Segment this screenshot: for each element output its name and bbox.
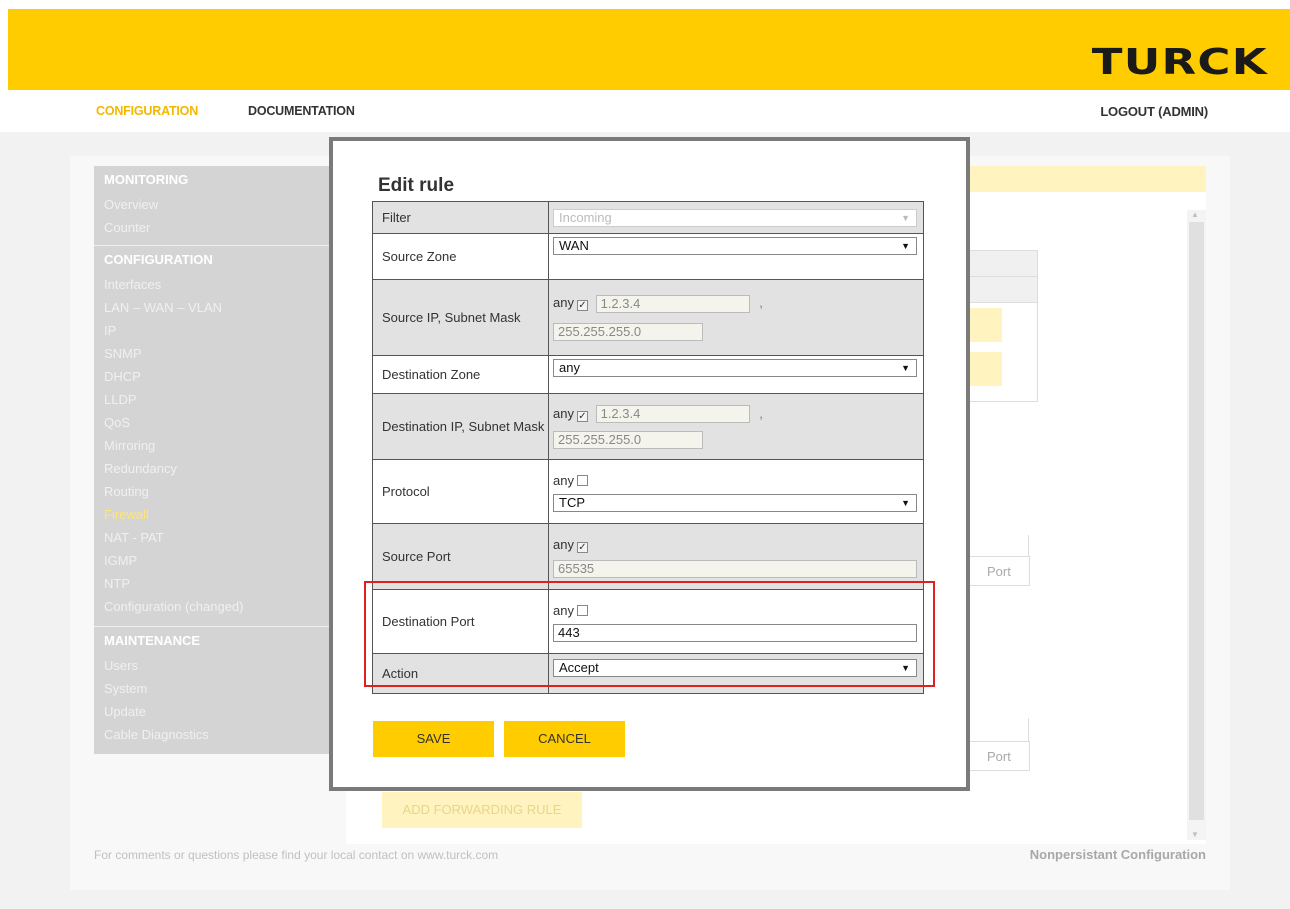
destination-mask-input[interactable]: 255.255.255.0 (553, 430, 703, 449)
source-port-input[interactable]: 65535 (553, 559, 917, 578)
sidebar-item-lan-wan-vlan[interactable]: LAN – WAN – VLAN (104, 300, 222, 315)
info-banner (968, 166, 1206, 192)
source-zone-select[interactable]: WAN ▼ (553, 237, 917, 255)
destination-ip-row: Destination IP, Subnet Mask any ✓ 1.2.3.4… (372, 393, 924, 460)
sidebar-item-firewall[interactable]: Firewall (104, 507, 149, 522)
destination-zone-row: Destination Zone any ▼ (372, 355, 924, 394)
source-port-label: Source Port (372, 523, 549, 590)
chevron-down-icon: ▼ (901, 212, 910, 223)
sidebar-section-configuration: CONFIGURATION (104, 252, 213, 267)
source-ip-row: Source IP, Subnet Mask any ✓ 1.2.3.4 , 25… (372, 279, 924, 356)
sidebar-item-dhcp[interactable]: DHCP (104, 369, 141, 384)
add-forwarding-rule-button[interactable]: ADD FORWARDING RULE (382, 792, 582, 828)
sidebar-item-redundancy[interactable]: Redundancy (104, 461, 177, 476)
chevron-down-icon: ▼ (901, 363, 910, 373)
header-bar: TURCK (8, 9, 1290, 90)
destination-zone-select[interactable]: any ▼ (553, 359, 917, 377)
sidebar-divider (94, 245, 346, 246)
sidebar-item-snmp[interactable]: SNMP (104, 346, 142, 361)
sidebar-item-qos[interactable]: QoS (104, 415, 130, 430)
source-port-any-row: any ✓ (553, 536, 917, 554)
source-port-any-label: any (553, 536, 574, 552)
ip-separator: , (759, 295, 763, 310)
sidebar-section-monitoring: MONITORING (104, 172, 189, 187)
scroll-up-icon[interactable]: ▲ (1191, 210, 1199, 219)
destination-ip-any-row: any ✓ 1.2.3.4 , (553, 405, 917, 424)
ip-separator: , (759, 405, 763, 421)
footer-contact: For comments or questions please find yo… (94, 848, 499, 862)
filter-value: Incoming (559, 209, 612, 225)
destination-ip-label: Destination IP, Subnet Mask (372, 393, 549, 460)
background-input (970, 308, 1002, 342)
background-input (970, 352, 1002, 386)
source-zone-row: Source Zone WAN ▼ (372, 233, 924, 280)
chevron-down-icon: ▼ (901, 241, 910, 251)
sidebar-item-overview[interactable]: Overview (104, 197, 158, 212)
cancel-button[interactable]: CANCEL (504, 721, 625, 757)
protocol-select[interactable]: TCP ▼ (553, 493, 917, 512)
sidebar-item-lldp[interactable]: LLDP (104, 392, 137, 407)
protocol-label: Protocol (372, 459, 549, 524)
chevron-down-icon: ▼ (901, 497, 910, 508)
dialog-title: Edit rule (378, 175, 455, 196)
source-ip-any-row: any ✓ 1.2.3.4 , (553, 294, 917, 313)
source-ip-label: Source IP, Subnet Mask (372, 279, 549, 356)
scroll-down-icon[interactable]: ▼ (1191, 830, 1199, 839)
protocol-any-checkbox[interactable] (576, 474, 588, 486)
filter-row: Filter Incoming ▼ (372, 201, 924, 234)
destination-zone-label: Destination Zone (372, 355, 549, 394)
source-zone-value: WAN (559, 238, 589, 253)
sidebar-item-system[interactable]: System (104, 681, 147, 696)
table-header (969, 277, 1037, 303)
sidebar-item-mirroring[interactable]: Mirroring (104, 438, 155, 453)
table-header (969, 251, 1037, 277)
sidebar-item-ntp[interactable]: NTP (104, 576, 130, 591)
sidebar-item-igmp[interactable]: IGMP (104, 553, 137, 568)
save-button[interactable]: SAVE (373, 721, 494, 757)
sidebar-item-cable-diagnostics[interactable]: Cable Diagnostics (104, 727, 209, 742)
destination-ip-input[interactable]: 1.2.3.4 (595, 405, 750, 424)
nav-configuration[interactable]: CONFIGURATION (96, 104, 198, 118)
top-navigation: CONFIGURATION DOCUMENTATION LOGOUT (ADMI… (0, 90, 1290, 132)
protocol-any-label: any (553, 472, 574, 488)
sidebar-item-ip[interactable]: IP (104, 323, 116, 338)
source-port-row: Source Port any ✓ 65535 (372, 523, 924, 590)
scrollbar-thumb[interactable] (1189, 222, 1204, 820)
port-column-header: Port (968, 741, 1030, 771)
footer-config-status: Nonpersistant Configuration (1029, 847, 1206, 862)
protocol-value: TCP (559, 494, 585, 510)
sidebar-item-update[interactable]: Update (104, 704, 146, 719)
sidebar-item-counter[interactable]: Counter (104, 220, 150, 235)
nav-documentation[interactable]: DOCUMENTATION (248, 104, 355, 118)
source-ip-any-checkbox[interactable]: ✓ (576, 300, 588, 311)
filter-label: Filter (372, 201, 549, 234)
sidebar-item-nat-pat[interactable]: NAT - PAT (104, 530, 164, 545)
destination-ip-any-checkbox[interactable]: ✓ (576, 410, 588, 422)
highlight-annotation (364, 581, 935, 687)
logout-link[interactable]: LOGOUT (ADMIN) (1100, 104, 1208, 119)
sidebar-divider (94, 626, 346, 627)
port-column-header: Port (968, 556, 1030, 586)
destination-zone-value: any (559, 360, 580, 375)
turck-logo: TURCK (1091, 42, 1268, 83)
sidebar-item-users[interactable]: Users (104, 658, 138, 673)
sidebar-section-maintenance: MAINTENANCE (104, 633, 201, 648)
sidebar-item-interfaces[interactable]: Interfaces (104, 277, 161, 292)
filter-select: Incoming ▼ (553, 208, 917, 227)
source-port-any-checkbox[interactable]: ✓ (576, 541, 588, 553)
source-zone-label: Source Zone (372, 233, 549, 280)
protocol-row: Protocol any TCP ▼ (372, 459, 924, 524)
protocol-any-row: any (553, 472, 917, 490)
edit-rule-dialog: Edit rule Filter Incoming ▼ Source Zone … (329, 137, 970, 791)
source-mask-input[interactable]: 255.255.255.0 (553, 323, 703, 341)
destination-ip-any-label: any (553, 405, 574, 421)
sidebar-item-configuration-changed[interactable]: Configuration (changed) (104, 599, 243, 614)
source-ip-input[interactable]: 1.2.3.4 (595, 294, 750, 313)
source-ip-any-label: any (553, 295, 574, 310)
sidebar-item-routing[interactable]: Routing (104, 484, 149, 499)
sidebar: MONITORING Overview Counter CONFIGURATIO… (94, 166, 346, 754)
